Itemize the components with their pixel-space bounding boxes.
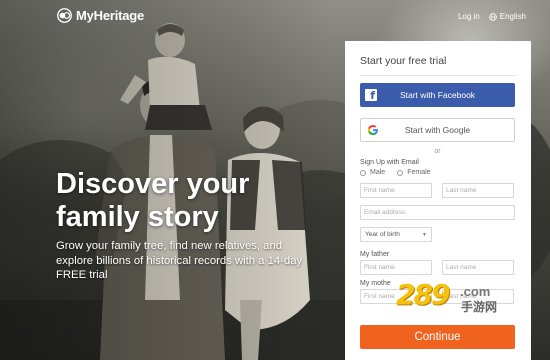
hero-subtext: Grow your family tree, find new relative… [56, 240, 303, 281]
panel-divider [360, 75, 515, 76]
signup-title: Start your free trial [360, 55, 447, 67]
watermark-chinese-text: 手游网 [461, 300, 498, 314]
gender-male-radio[interactable]: Male [360, 169, 385, 176]
chevron-down-icon: ▼ [422, 231, 427, 238]
last-name-input[interactable]: Last name [442, 183, 514, 198]
google-button-label: Start with Google [404, 125, 471, 135]
continue-button[interactable]: Continue [360, 325, 515, 349]
year-of-birth-value: Year of birth [365, 230, 400, 238]
father-name-row: First name Last name [360, 260, 515, 275]
gender-male-label: Male [370, 169, 386, 176]
google-signup-button[interactable]: Start with Google [360, 118, 515, 142]
myheritage-logo-icon [57, 8, 72, 23]
name-row: First name Last name [360, 183, 515, 198]
facebook-signup-button[interactable]: f Start with Facebook [360, 83, 515, 107]
radio-circle-icon [397, 169, 404, 176]
language-selector[interactable]: English [488, 12, 526, 21]
gender-female-radio[interactable]: Female [397, 169, 431, 176]
login-link[interactable]: Log in [458, 12, 480, 21]
language-label: English [499, 12, 526, 21]
globe-icon [488, 12, 497, 21]
gender-female-label: Female [407, 169, 431, 176]
facebook-button-label: Start with Facebook [399, 90, 476, 100]
father-first-name-input[interactable]: First name [360, 260, 432, 275]
gender-radio-group: Male Female [360, 169, 515, 176]
radio-circle-icon [360, 169, 366, 176]
or-separator: or [434, 148, 441, 155]
email-signup-label: Sign Up with Email [360, 159, 419, 166]
father-last-name-input[interactable]: Last name [442, 260, 514, 275]
year-of-birth-select[interactable]: Year of birth ▼ [360, 227, 432, 242]
brand-name: MyHeritage [76, 8, 145, 23]
father-label: My father [360, 251, 390, 258]
watermark-number: 289 [396, 278, 450, 311]
brand-logo[interactable]: MyHeritage [57, 8, 144, 23]
site-watermark: 289 .com 手游网 [384, 278, 534, 318]
top-nav: Log in English [458, 12, 526, 21]
watermark-domain: .com [460, 284, 491, 299]
page-headline: Discover your family story [56, 168, 250, 233]
email-input[interactable]: Email address [360, 205, 515, 220]
first-name-input[interactable]: First name [360, 183, 432, 198]
